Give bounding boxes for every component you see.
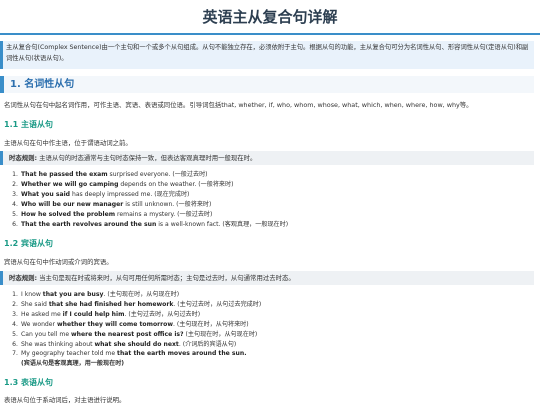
list-item: 1. That he passed the exam surprised ever… [12, 171, 208, 178]
rule-text: 主语从句的时态通常与主句时态保持一致，但表达客观真理时用一般现在时。 [39, 154, 257, 162]
list-item: 1. I know that you are busy. (主句现在时，从句现在时… [12, 291, 180, 298]
list-item: 4. We wonder whether they will come tomor… [12, 320, 249, 328]
section-heading-noun-clause: 1. 名词性从句 [0, 76, 534, 93]
list-item: 2. She said that she had finished her hom… [12, 300, 262, 308]
page: 英语主从复合句详解 主从复合句(Complex Sentence)由一个主句和一… [0, 0, 540, 405]
list-item: 3. He asked me if I could help him. (主句过去… [12, 310, 201, 318]
intro-box: 主从复合句(Complex Sentence)由一个主句和一个或多个从句组成。从… [0, 41, 534, 69]
subsection-description: 表语从句位于系动词后，对主语进行说明。 [4, 396, 126, 404]
list-item-note: (宾语从句是客观真理，用一般现在时) [21, 360, 125, 368]
list-item: 6. She was thinking about what she should… [12, 340, 237, 348]
list-item: 5. Can you tell me where the nearest post… [12, 330, 258, 338]
object-clause-examples: 1. I know that you are busy. (主句现在时，从句现在时… [4, 290, 261, 369]
list-item: 5. How he solved the problem remains a my… [12, 210, 213, 218]
subsection-description: 宾语从句在句中作动词或介词的宾语。 [4, 258, 113, 266]
rule-label: 时态规则: [9, 274, 38, 282]
subsection-heading-object-clause: 1.2 宾语从句 [4, 239, 53, 248]
tense-rule-box: 时态规则: 当主句是现在时或将来时，从句可用任何所需时态；主句是过去时，从句通常… [0, 271, 534, 285]
list-item: 3. What you said has deeply impressed me.… [12, 190, 190, 198]
rule-text: 当主句是现在时或将来时，从句可用任何所需时态；主句是过去时，从句通常用过去时态。 [39, 274, 295, 282]
subsection-heading-subject-clause: 1.1 主语从句 [4, 120, 53, 129]
list-item: 2. Whether we will go camping depends on … [12, 180, 234, 188]
section-description: 名词性从句在句中起名词作用，可作主语、宾语、表语或同位语。引导词包括that, … [4, 101, 473, 109]
page-title: 英语主从复合句详解 [202, 8, 338, 26]
list-item: 7. My geography teacher told me that the … [4, 349, 261, 369]
list-item: 6. That the earth revolves around the sun… [12, 220, 289, 228]
tense-rule-box: 时态规则: 主语从句的时态通常与主句时态保持一致，但表达客观真理时用一般现在时。 [0, 151, 534, 165]
subsection-heading-predicative-clause: 1.3 表语从句 [4, 378, 53, 387]
list-item: 4. Who will be our new manager is still u… [12, 200, 212, 208]
subsection-description: 主语从句在句中作主语，位于谓语动词之前。 [4, 139, 132, 147]
rule-label: 时态规则: [9, 154, 38, 162]
subject-clause-examples: 1. That he passed the exam surprised ever… [4, 170, 288, 229]
title-divider [0, 33, 540, 35]
